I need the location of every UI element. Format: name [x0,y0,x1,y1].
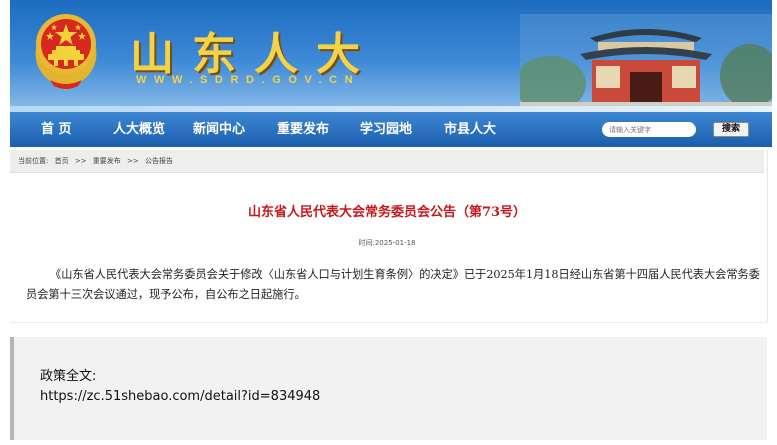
nav-item-releases[interactable]: 重要发布 [277,112,329,147]
nav-item-overview[interactable]: 人大概览 [113,112,165,147]
site-title: 山东人大 [130,29,378,80]
article-body: 《山东省人民代表大会常务委员会关于修改〈山东省人口与计划生育条例〉的决定》已于2… [26,268,760,301]
nav-item-home[interactable]: 首 页 [41,112,72,147]
national-emblem-icon [35,14,97,90]
main-nav: 首 页 人大概览 新闻中心 重要发布 学习园地 市县人大 搜索 [10,112,772,147]
search-button[interactable]: 搜索 [713,122,749,137]
ancient-gate-image [520,14,772,112]
content-border [767,150,768,322]
breadcrumb-prefix: 当前位置: [18,157,49,165]
breadcrumb-separator: >> [74,157,87,165]
nav-item-study[interactable]: 学习园地 [360,112,412,147]
breadcrumb-home[interactable]: 首页 [55,157,69,165]
article-title: 山东省人民代表大会常务委员会公告（第73号） [247,205,527,220]
policy-label: 政策全文: [40,369,97,384]
breadcrumb-announcements[interactable]: 公告报告 [145,157,173,165]
breadcrumb: 当前位置: 首页 >> 重要发布 >> 公告报告 [10,150,764,173]
breadcrumb-separator: >> [127,157,139,165]
site-url: WWW.SDRD.GOV.CN [136,74,361,86]
divider [10,322,767,323]
policy-box: 政策全文: https://zc.51shebao.com/detail?id=… [10,337,767,440]
article-time: 时间:2025-01-18 [358,239,416,247]
site-banner: 山东人大 WWW.SDRD.GOV.CN [10,0,772,112]
nav-item-local[interactable]: 市县人大 [444,112,496,147]
breadcrumb-releases[interactable]: 重要发布 [93,157,121,165]
nav-item-news[interactable]: 新闻中心 [193,112,245,147]
search-input[interactable] [602,122,696,137]
policy-link[interactable]: https://zc.51shebao.com/detail?id=834948 [40,389,320,404]
